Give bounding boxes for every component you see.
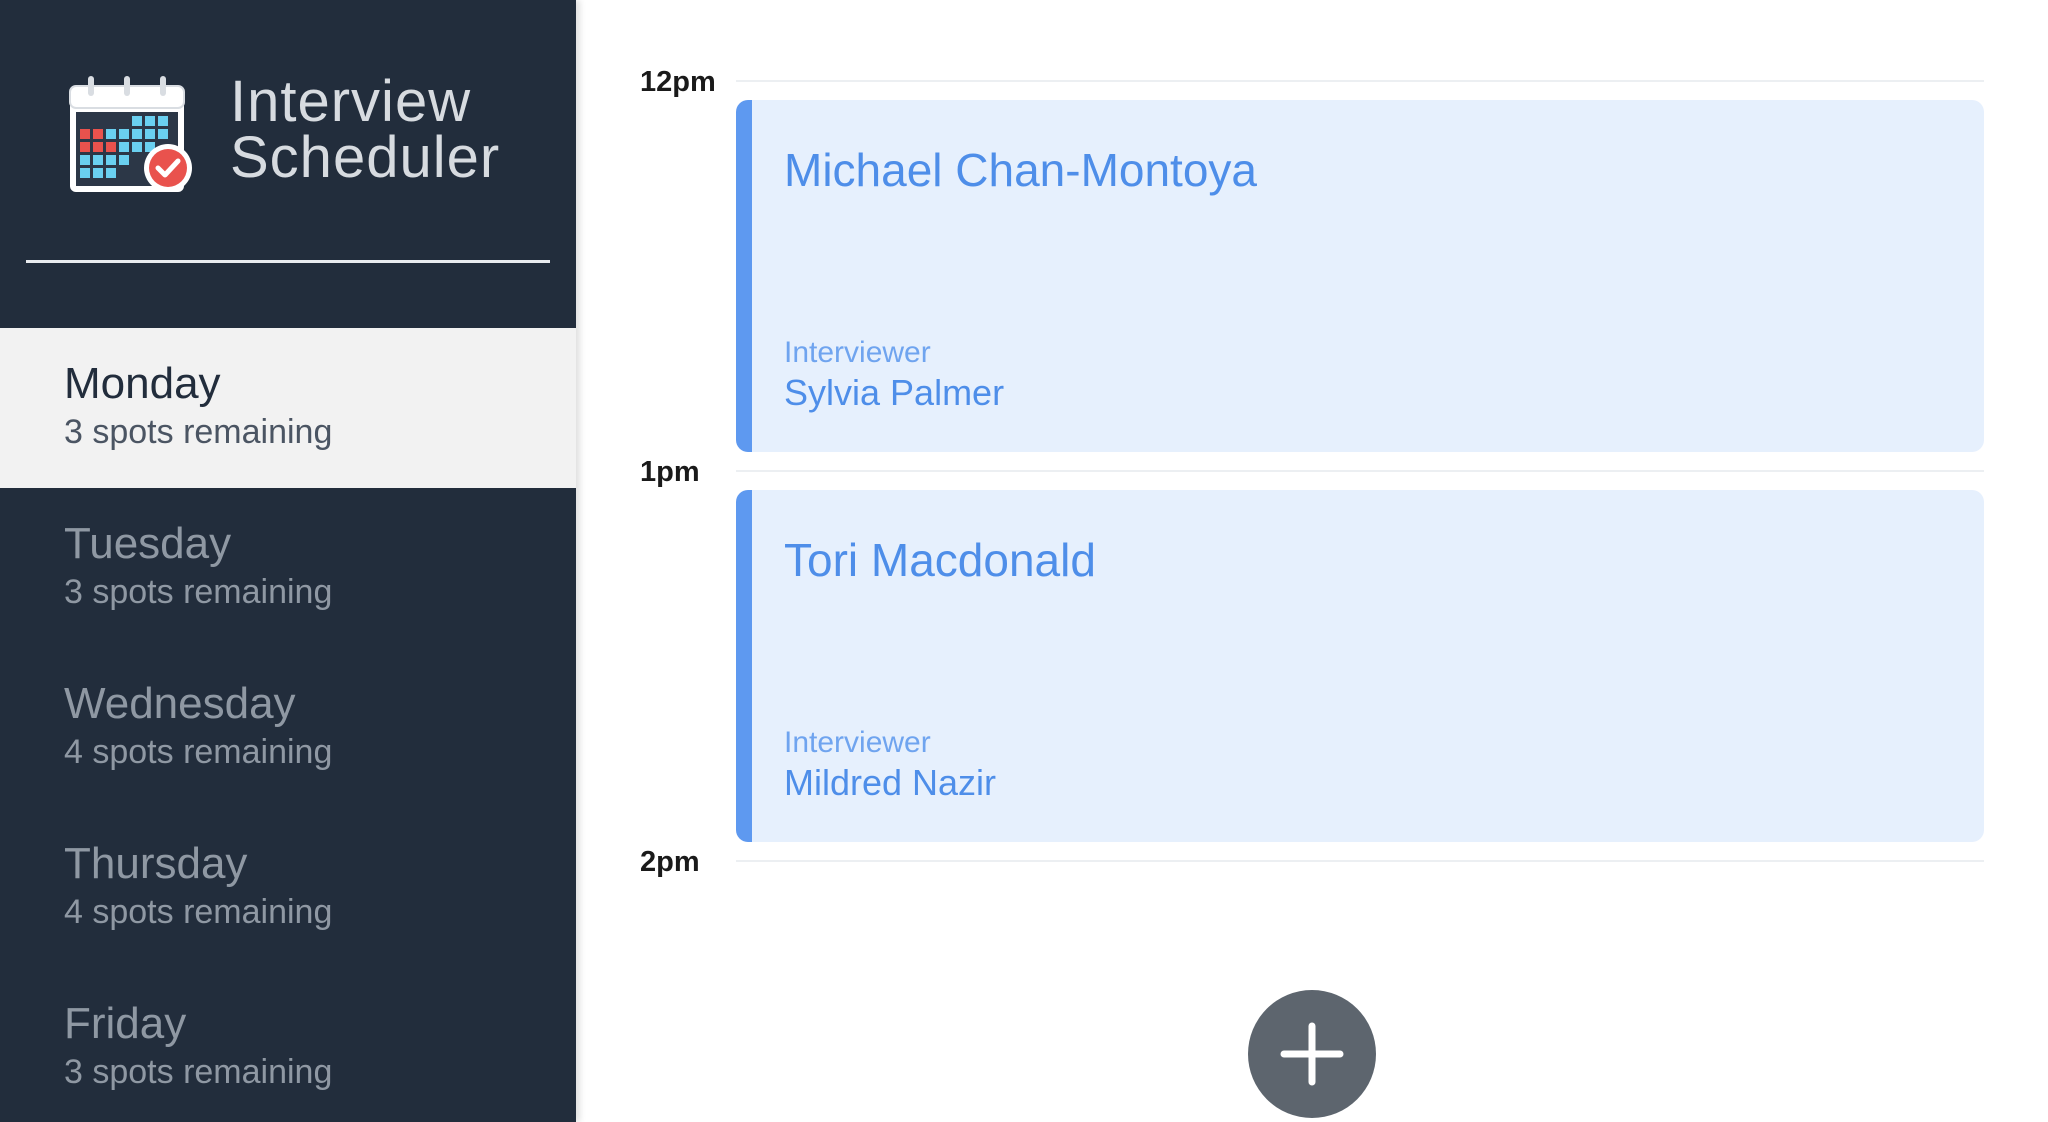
calendar-check-icon	[69, 76, 192, 192]
day-item-friday[interactable]: Friday 3 spots remaining	[0, 968, 576, 1122]
appointment-interviewer-label: Interviewer	[784, 336, 931, 369]
day-item-thursday[interactable]: Thursday 4 spots remaining	[0, 808, 576, 968]
time-label: 1pm	[640, 456, 700, 488]
day-spots-remaining: 3 spots remaining	[64, 1053, 333, 1091]
day-item-wednesday[interactable]: Wednesday 4 spots remaining	[0, 648, 576, 808]
day-item-monday[interactable]: Monday 3 spots remaining	[0, 328, 576, 488]
day-spots-remaining: 4 spots remaining	[64, 733, 333, 771]
plus-icon	[1280, 1022, 1344, 1086]
day-spots-remaining: 3 spots remaining	[64, 413, 333, 451]
sidebar: Interview Scheduler Monday 3 spots remai…	[0, 0, 576, 1122]
appointment-interviewer-name: Sylvia Palmer	[784, 372, 1005, 413]
add-appointment-button[interactable]	[1248, 990, 1376, 1118]
appointment-interviewer-name: Mildred Nazir	[784, 762, 997, 803]
day-name: Thursday	[64, 839, 248, 888]
appointment-student-name: Michael Chan-Montoya	[784, 144, 1258, 196]
day-name: Wednesday	[64, 679, 296, 728]
day-name: Tuesday	[64, 519, 232, 568]
appointment-interviewer-label: Interviewer	[784, 726, 931, 759]
time-label: 2pm	[640, 846, 700, 878]
day-spots-remaining: 4 spots remaining	[64, 893, 333, 931]
time-label: 12pm	[640, 66, 716, 98]
hour-divider	[736, 80, 1984, 82]
brand: Interview Scheduler	[66, 70, 526, 200]
hour-divider	[736, 470, 1984, 472]
app-root: Interview Scheduler Monday 3 spots remai…	[0, 0, 2048, 1122]
sidebar-divider	[26, 260, 550, 263]
appointment-card[interactable]: Tori Macdonald Interviewer Mildred Nazir	[736, 490, 1984, 842]
day-name: Monday	[64, 359, 221, 408]
app-title: Interview Scheduler	[230, 69, 501, 190]
day-list: Monday 3 spots remaining Tuesday 3 spots…	[0, 328, 576, 1122]
hour-divider	[736, 860, 1984, 862]
appointment-card[interactable]: Michael Chan-Montoya Interviewer Sylvia …	[736, 100, 1984, 452]
day-item-tuesday[interactable]: Tuesday 3 spots remaining	[0, 488, 576, 648]
day-spots-remaining: 3 spots remaining	[64, 573, 333, 611]
schedule: 12pm Michael Chan-Montoya Interviewer Sy…	[576, 0, 2048, 1122]
day-name: Friday	[64, 999, 187, 1048]
appointment-student-name: Tori Macdonald	[784, 534, 1096, 586]
